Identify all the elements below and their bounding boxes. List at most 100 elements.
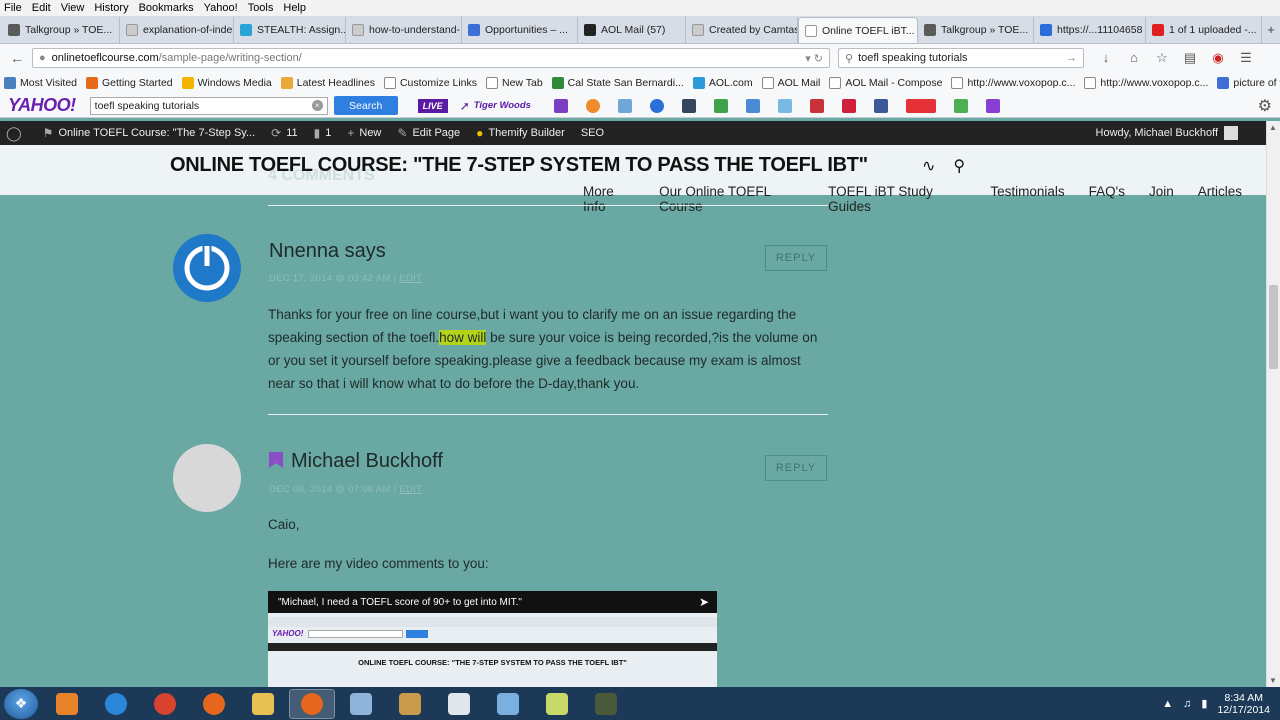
- tab[interactable]: Talkgroup » TOE...: [918, 17, 1034, 43]
- reload-icon[interactable]: ▾ ↻: [805, 52, 823, 65]
- wp-seo[interactable]: SEO: [581, 127, 604, 139]
- weather-icon[interactable]: [777, 98, 792, 113]
- tab[interactable]: Online TOEFL iBT...×: [798, 17, 918, 43]
- clock[interactable]: 8:34 AM 12/17/2014: [1217, 692, 1270, 716]
- bookmark-item[interactable]: picture of test review -...: [1217, 77, 1280, 89]
- facebook-icon[interactable]: [873, 98, 888, 113]
- wp-updates[interactable]: ⟳ 11: [271, 126, 297, 140]
- sports-icon[interactable]: [585, 98, 600, 113]
- taskbar-app[interactable]: [289, 688, 335, 719]
- search-icon[interactable]: ⚲: [953, 156, 965, 176]
- bookmark-item[interactable]: AOL Mail: [761, 77, 820, 89]
- taskbar-app[interactable]: [44, 689, 90, 719]
- network-icon[interactable]: ▮: [1201, 697, 1207, 710]
- taskbar-app[interactable]: [387, 689, 433, 719]
- search-go-icon[interactable]: →: [1066, 52, 1077, 64]
- taskbar-app[interactable]: [338, 689, 384, 719]
- yahoo-logo[interactable]: YAHOO!: [8, 95, 76, 116]
- live-button[interactable]: LIVE: [417, 98, 448, 113]
- games-icon[interactable]: [809, 98, 824, 113]
- bookmark-item[interactable]: AOL.com: [692, 77, 753, 89]
- tab[interactable]: Talkgroup » TOE...: [2, 17, 120, 43]
- menu-item[interactable]: Bookmarks: [139, 2, 194, 14]
- taskbar-app[interactable]: [191, 689, 237, 719]
- menu-item[interactable]: View: [61, 2, 85, 14]
- back-button-icon[interactable]: ←: [6, 47, 28, 69]
- adblock-icon[interactable]: ◉: [1204, 50, 1232, 66]
- scroll-thumb[interactable]: [1269, 285, 1278, 369]
- wp-account[interactable]: Howdy, Michael Buckhoff: [1096, 126, 1238, 140]
- reply-button[interactable]: REPLY: [765, 245, 827, 271]
- bookmark-item[interactable]: Windows Media: [181, 77, 272, 89]
- menu-item[interactable]: History: [94, 2, 128, 14]
- bookmark-item[interactable]: Customize Links: [383, 77, 477, 89]
- comment-edit-link[interactable]: EDIT: [399, 484, 422, 495]
- news-icon[interactable]: [745, 98, 760, 113]
- tag-icon[interactable]: [953, 98, 968, 113]
- yahoo-search-button[interactable]: Search: [333, 96, 398, 115]
- mail-icon[interactable]: [553, 98, 568, 113]
- tab[interactable]: Opportunities – ...: [462, 17, 578, 43]
- start-button-icon[interactable]: ❖: [4, 688, 38, 719]
- page-scrollbar[interactable]: ▲ ▼: [1266, 121, 1280, 687]
- wp-site-link[interactable]: ⚑ Online TOEFL Course: "The 7-Step Sy...: [43, 126, 255, 140]
- volume-icon[interactable]: ♫: [1183, 698, 1191, 710]
- tiger-woods-link[interactable]: Tiger Woods: [474, 100, 531, 111]
- site-title[interactable]: ONLINE TOEFL COURSE: "THE 7-STEP SYSTEM …: [170, 154, 868, 177]
- comment-date[interactable]: DEC 17, 2014 @ 03:42 AM: [269, 273, 391, 284]
- tab[interactable]: https://...11104658: [1034, 17, 1146, 43]
- ebay-icon[interactable]: [905, 98, 936, 113]
- bookmark-star-icon[interactable]: ☆: [1148, 50, 1176, 66]
- browser-search-input[interactable]: ⚲ toefl speaking tutorials →: [838, 48, 1084, 68]
- tab[interactable]: Created by Camtasia ...: [686, 17, 798, 43]
- taskbar-app[interactable]: [142, 689, 188, 719]
- tab[interactable]: 1 of 1 uploaded -...: [1146, 17, 1262, 43]
- comment-edit-link[interactable]: EDIT: [399, 273, 422, 284]
- taskbar-app[interactable]: [436, 689, 482, 719]
- menu-icon[interactable]: ☰: [1232, 50, 1260, 66]
- reply-button[interactable]: REPLY: [765, 455, 827, 481]
- comment-date[interactable]: DEC 08, 2014 @ 07:08 AM: [269, 484, 391, 495]
- menu-item[interactable]: Help: [283, 2, 306, 14]
- bookmark-icon[interactable]: [841, 98, 856, 113]
- url-bar[interactable]: ● onlinetoeflcourse.com /sample-page/wri…: [32, 48, 830, 68]
- wp-new[interactable]: + New: [347, 126, 381, 140]
- bookmark-item[interactable]: New Tab: [486, 77, 543, 89]
- tray-arrow-icon[interactable]: ▲: [1162, 698, 1173, 710]
- bookmark-item[interactable]: Getting Started: [86, 77, 173, 89]
- embedded-video[interactable]: "Michael, I need a TOEFL score of 90+ to…: [268, 591, 717, 687]
- bookmark-item[interactable]: http://www.voxopop.c...: [951, 77, 1075, 89]
- tab[interactable]: how-to-understand-...: [346, 17, 462, 43]
- flickr-icon[interactable]: [649, 98, 664, 113]
- wp-edit-page[interactable]: ✎ Edit Page: [397, 126, 460, 140]
- tumblr-icon[interactable]: [681, 98, 696, 113]
- taskbar-app[interactable]: [583, 689, 629, 719]
- taskbar-app[interactable]: [240, 689, 286, 719]
- menu-item[interactable]: Edit: [32, 2, 51, 14]
- rss-icon[interactable]: ∿: [922, 156, 935, 176]
- bookmark-item[interactable]: Most Visited: [4, 77, 77, 89]
- download-icon[interactable]: ↓: [1092, 50, 1120, 66]
- taskbar-app[interactable]: [485, 689, 531, 719]
- clipboard-icon[interactable]: ▤: [1176, 50, 1204, 66]
- wp-comments[interactable]: ▮ 1: [314, 126, 332, 140]
- plus-icon[interactable]: [985, 98, 1000, 113]
- taskbar-app[interactable]: [93, 689, 139, 719]
- new-tab-icon[interactable]: +: [1262, 22, 1280, 43]
- bookmark-item[interactable]: http://www.voxopop.c...: [1084, 77, 1208, 89]
- scroll-up-icon[interactable]: ▲: [1269, 123, 1277, 132]
- finance-icon[interactable]: [617, 98, 632, 113]
- menu-item[interactable]: Yahoo!: [204, 2, 238, 14]
- clear-icon[interactable]: ×: [311, 100, 323, 111]
- yahoo-search-input[interactable]: toefl speaking tutorials ×: [89, 96, 328, 115]
- home-icon[interactable]: ⌂: [1120, 50, 1148, 66]
- tab[interactable]: STEALTH: Assign...: [234, 17, 346, 43]
- answers-icon[interactable]: [713, 98, 728, 113]
- tab[interactable]: explanation-of-indep...: [120, 17, 234, 43]
- tab[interactable]: AOL Mail (57): [578, 17, 686, 43]
- share-icon[interactable]: ➤: [699, 595, 709, 609]
- bookmark-item[interactable]: Cal State San Bernardi...: [551, 77, 684, 89]
- scroll-down-icon[interactable]: ▼: [1269, 676, 1277, 685]
- menu-item[interactable]: File: [4, 2, 22, 14]
- menu-item[interactable]: Tools: [248, 2, 274, 14]
